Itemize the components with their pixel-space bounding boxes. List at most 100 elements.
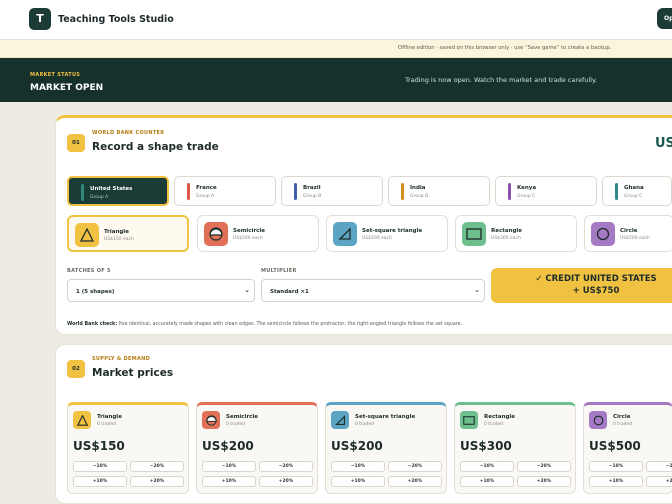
- shape-price: US$500 each: [620, 236, 650, 241]
- country-color-bar: [401, 183, 404, 200]
- increase-10-button[interactable]: +10%: [331, 476, 385, 487]
- shape-option-semicircle[interactable]: Semicircle US$200 each: [197, 215, 319, 252]
- decrease-20-button[interactable]: −20%: [130, 461, 184, 472]
- country-name: Kenya: [517, 185, 537, 191]
- rectangle-icon: [460, 411, 478, 429]
- chevron-down-icon: ⌄: [474, 286, 480, 294]
- check-text: five identical, accurately made shapes w…: [118, 322, 463, 327]
- country-color-bar: [508, 183, 511, 200]
- country-group: Group C: [517, 194, 536, 199]
- notice-text: Offline edition · saved on this browser …: [398, 45, 612, 51]
- multiplier-label: MULTIPLIER: [261, 268, 297, 274]
- market-shape-name: Circle: [613, 414, 631, 420]
- country-ghana[interactable]: Ghana Group C: [602, 176, 672, 206]
- decrease-10-button[interactable]: −10%: [202, 461, 256, 472]
- shape-option-set-square-triangle[interactable]: Set-square triangle US$200 each: [326, 215, 448, 252]
- market-panel: 02 SUPPLY & DEMAND Market prices Triangl…: [55, 344, 672, 504]
- decrease-20-button[interactable]: −20%: [388, 461, 442, 472]
- semicircle-icon: [202, 411, 220, 429]
- market-card-triangle: Triangle 0 traded US$150 −10% −20% +10% …: [67, 402, 189, 494]
- credit-button[interactable]: ✓ CREDIT UNITED STATES + US$750: [491, 268, 672, 303]
- country-color-bar: [615, 183, 618, 200]
- increase-20-button[interactable]: +20%: [259, 476, 313, 487]
- decrease-10-button[interactable]: −10%: [589, 461, 643, 472]
- country-kenya[interactable]: Kenya Group C: [495, 176, 597, 206]
- batches-label: BATCHES OF 5: [67, 268, 111, 274]
- country-united-states[interactable]: United States Group A: [67, 176, 169, 206]
- batches-select[interactable]: 1 (5 shapes) ⌄: [67, 279, 255, 302]
- decrease-20-button[interactable]: −20%: [517, 461, 571, 472]
- shape-name: Circle: [620, 228, 638, 234]
- status-message: Trading is now open. Watch the market an…: [405, 76, 597, 84]
- shape-option-rectangle[interactable]: Rectangle US$300 each: [455, 215, 577, 252]
- chevron-down-icon: ⌄: [244, 286, 250, 294]
- rectangle-icon: [462, 222, 486, 246]
- section-title: Record a shape trade: [92, 141, 219, 153]
- multiplier-select[interactable]: Standard ×1 ⌄: [261, 279, 485, 302]
- increase-20-button[interactable]: +20%: [130, 476, 184, 487]
- market-traded: 0 traded: [226, 422, 246, 427]
- world-bank-check: World Bank check: five identical, accura…: [67, 322, 462, 327]
- shape-price: US$200 each: [362, 236, 392, 241]
- semicircle-icon: [204, 222, 228, 246]
- market-card-rectangle: Rectangle 0 traded US$300 −10% −20% +10%…: [454, 402, 576, 494]
- status-kicker: MARKET STATUS: [30, 72, 81, 78]
- shape-option-circle[interactable]: Circle US$500 each: [584, 215, 672, 252]
- market-price: US$200: [331, 439, 383, 453]
- increase-20-button[interactable]: +20%: [646, 476, 672, 487]
- decrease-10-button[interactable]: −10%: [331, 461, 385, 472]
- credit-line-2: + US$750: [572, 286, 620, 296]
- market-card-set-square-triangle: Set-square triangle 0 traded US$200 −10%…: [325, 402, 447, 494]
- market-shape-name: Set-square triangle: [355, 414, 416, 420]
- increase-20-button[interactable]: +20%: [517, 476, 571, 487]
- balance-display: US: [655, 136, 672, 151]
- decrease-10-button[interactable]: −10%: [73, 461, 127, 472]
- increase-10-button[interactable]: +10%: [73, 476, 127, 487]
- decrease-20-button[interactable]: −20%: [646, 461, 672, 472]
- country-group: Group A: [90, 195, 109, 200]
- country-name: Ghana: [624, 185, 644, 191]
- country-group: Group B: [410, 194, 429, 199]
- country-india[interactable]: India Group B: [388, 176, 490, 206]
- country-color-bar: [294, 183, 297, 200]
- country-color-bar: [81, 184, 84, 201]
- shape-name: Semicircle: [233, 228, 266, 234]
- country-france[interactable]: France Group A: [174, 176, 276, 206]
- country-group: Group A: [196, 194, 215, 199]
- country-name: France: [196, 185, 217, 191]
- increase-20-button[interactable]: +20%: [388, 476, 442, 487]
- triangle-icon: [75, 223, 99, 247]
- country-name: Brazil: [303, 185, 321, 191]
- country-name: India: [410, 185, 426, 191]
- market-price: US$500: [589, 439, 641, 453]
- shape-option-triangle[interactable]: Triangle US$150 each: [67, 215, 189, 252]
- increase-10-button[interactable]: +10%: [202, 476, 256, 487]
- market-price: US$300: [460, 439, 512, 453]
- decrease-20-button[interactable]: −20%: [259, 461, 313, 472]
- shape-price: US$150 each: [104, 237, 134, 242]
- market-card-semicircle: Semicircle 0 traded US$200 −10% −20% +10…: [196, 402, 318, 494]
- section-kicker: SUPPLY & DEMAND: [92, 356, 151, 362]
- status-state: MARKET OPEN: [30, 83, 104, 93]
- market-traded: 0 traded: [613, 422, 633, 427]
- top-bar: T Teaching Tools Studio Op: [0, 0, 672, 40]
- increase-10-button[interactable]: +10%: [460, 476, 514, 487]
- app-logo: T: [29, 8, 51, 30]
- market-shape-name: Semicircle: [226, 414, 259, 420]
- country-name: United States: [90, 186, 133, 192]
- circle-icon: [589, 411, 607, 429]
- country-brazil[interactable]: Brazil Group B: [281, 176, 383, 206]
- market-traded: 0 traded: [484, 422, 504, 427]
- triangle-icon: [73, 411, 91, 429]
- options-button[interactable]: Op: [657, 8, 672, 29]
- increase-10-button[interactable]: +10%: [589, 476, 643, 487]
- app-brand: Teaching Tools Studio: [58, 14, 174, 25]
- set-square-icon: [333, 222, 357, 246]
- multiplier-value: Standard ×1: [270, 289, 309, 295]
- market-shape-name: Triangle: [97, 414, 122, 420]
- market-card-circle: Circle 0 traded US$500 −10% −20% +10% +2…: [583, 402, 672, 494]
- section-number: 01: [67, 134, 85, 152]
- market-price: US$150: [73, 439, 125, 453]
- decrease-10-button[interactable]: −10%: [460, 461, 514, 472]
- circle-icon: [591, 222, 615, 246]
